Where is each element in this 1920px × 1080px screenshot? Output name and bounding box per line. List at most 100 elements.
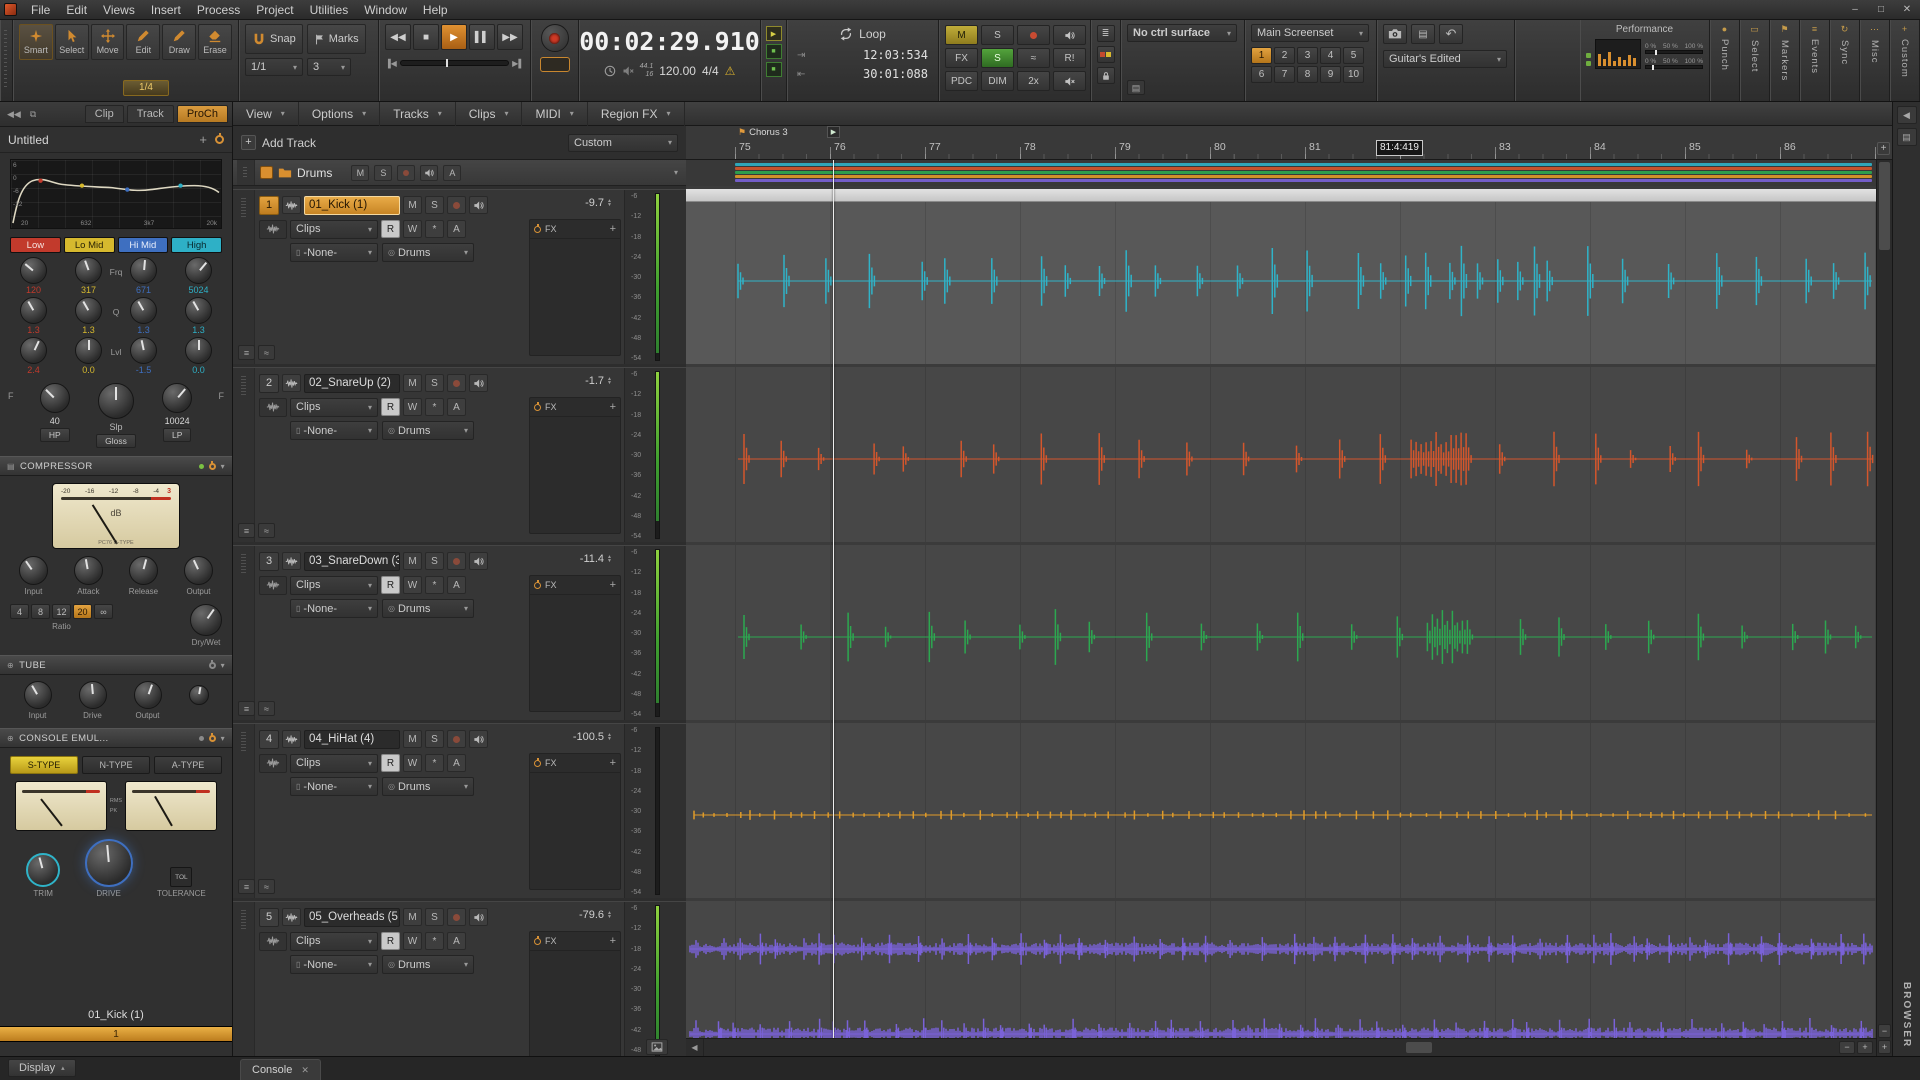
eq-band-low[interactable]: Low: [10, 237, 61, 253]
clip-02_SnareUp (2)[interactable]: [686, 367, 1876, 542]
stop-button[interactable]: ■: [413, 24, 439, 50]
vertical-scrollbar[interactable]: − +: [1876, 160, 1892, 1056]
track-name[interactable]: 03_SnareDown (3): [304, 552, 400, 571]
maximize-button[interactable]: □: [1868, 1, 1894, 19]
input-dropdown[interactable]: ▯-None-▾: [290, 243, 378, 262]
track-header-04_HiHat (4)[interactable]: 4 04_HiHat (4) M S -100.5▲▼ Clips▾ R W *…: [233, 723, 686, 898]
scroll-left-arrow[interactable]: ◀: [686, 1039, 704, 1056]
select-tool-button[interactable]: Select: [55, 24, 89, 60]
fx-power-icon[interactable]: [534, 582, 541, 589]
trackview-menu-region-fx[interactable]: Region FX▾: [588, 102, 685, 126]
eq-q-knob-lo-mid[interactable]: [75, 297, 102, 324]
folder-mute-button[interactable]: M: [351, 165, 369, 181]
drive-knob[interactable]: [85, 839, 133, 887]
loop-end-field[interactable]: ⇤ 30:01:088: [793, 66, 932, 82]
record-master-button[interactable]: [1017, 25, 1050, 45]
menu-views[interactable]: Views: [95, 0, 143, 20]
menu-window[interactable]: Window: [356, 0, 415, 20]
zoom-out-button[interactable]: −: [1839, 1041, 1855, 1054]
folder-name[interactable]: Drums: [297, 166, 332, 180]
input-dropdown[interactable]: ▯-None-▾: [290, 777, 378, 796]
double-speed-button[interactable]: 2x: [1017, 71, 1050, 91]
track-header-02_SnareUp (2)[interactable]: 2 02_SnareUp (2) M S -1.7▲▼ Clips▾ R W *…: [233, 367, 686, 542]
workspace-dropdown[interactable]: Guitar's Edited ▾: [1383, 50, 1507, 68]
track-number[interactable]: 1: [259, 196, 279, 215]
trackview-menu-tracks[interactable]: Tracks▾: [380, 102, 456, 126]
toolbar-drag-handle[interactable]: [0, 20, 13, 101]
solo-master-button[interactable]: S: [981, 25, 1014, 45]
folder-collapse-icon[interactable]: ▾: [674, 168, 678, 177]
lock-button[interactable]: [1097, 67, 1115, 84]
move-tool-button[interactable]: Move: [91, 24, 125, 60]
collapse-module-icon[interactable]: ▾: [221, 661, 225, 670]
fx-power-icon[interactable]: [534, 760, 541, 767]
pause-button[interactable]: ▌▌: [469, 24, 495, 50]
horizontal-scrollbar[interactable]: ◀ −+: [686, 1038, 1876, 1056]
track-drag-handle[interactable]: [233, 190, 255, 364]
eq-q-knob-low[interactable]: [20, 297, 47, 324]
hp-freq-knob[interactable]: [40, 383, 70, 413]
screenset-1-button[interactable]: 1: [1251, 47, 1272, 64]
eq-freq-knob-low[interactable]: [20, 257, 47, 284]
edit-filter-dropdown[interactable]: Clips▾: [290, 754, 378, 773]
mute-button[interactable]: M: [403, 552, 422, 570]
screenset-10-button[interactable]: 10: [1343, 66, 1364, 83]
automation-a-button[interactable]: A: [447, 220, 466, 238]
vertical-scrollbar-handle[interactable]: [1879, 162, 1890, 250]
automation-offset-button[interactable]: *: [425, 398, 444, 416]
lp-filter-button[interactable]: LP: [163, 428, 191, 442]
output-dropdown[interactable]: ◎Drums▾: [382, 955, 474, 974]
fast-forward-button[interactable]: ▶▶: [497, 24, 523, 50]
snap-count-dropdown[interactable]: 3▾: [307, 58, 351, 76]
trackview-menu-view[interactable]: View▾: [233, 102, 299, 126]
track-header-03_SnareDown (3)[interactable]: 3 03_SnareDown (3) M S -11.4▲▼ Clips▾ R …: [233, 545, 686, 720]
add-fx-button[interactable]: +: [610, 401, 616, 413]
slope-knob[interactable]: [98, 383, 134, 419]
take-lanes-icon[interactable]: [259, 576, 287, 595]
automation-write-button[interactable]: W: [403, 932, 422, 950]
eq-lvl-knob-high[interactable]: [185, 337, 212, 364]
fx-power-icon[interactable]: [534, 226, 541, 233]
browser-media-icon[interactable]: ▤: [1897, 128, 1917, 146]
zoom-out-vertical-button[interactable]: −: [1878, 1024, 1891, 1038]
timeline-ruler[interactable]: 757677787980818283848586 ⚑ Chorus 3 ▶ 81…: [686, 126, 1892, 160]
metronome-mute-icon[interactable]: [622, 65, 634, 77]
screenset-7-button[interactable]: 7: [1274, 66, 1295, 83]
track-number[interactable]: 2: [259, 374, 279, 393]
smart-tool-button[interactable]: Smart: [19, 24, 53, 60]
collapsed-module-markers[interactable]: ⚑Markers: [1770, 20, 1800, 101]
automation-write-button[interactable]: W: [403, 576, 422, 594]
folder-composite-lane[interactable]: [686, 160, 1876, 186]
track-automation-icon[interactable]: ≈: [258, 879, 275, 894]
punch-record-button[interactable]: R!: [1053, 48, 1086, 68]
track-layers-icon[interactable]: ≡: [238, 523, 255, 538]
automation-read-button[interactable]: R: [381, 398, 400, 416]
clip-colors-button[interactable]: [1097, 46, 1115, 63]
exclusive-solo-button[interactable]: S: [981, 48, 1014, 68]
arm-record-button[interactable]: [447, 730, 466, 748]
collapsed-module-punch[interactable]: ●Punch: [1710, 20, 1740, 101]
track-automation-icon[interactable]: ≈: [258, 345, 275, 360]
take-lanes-icon[interactable]: [259, 932, 287, 951]
close-button[interactable]: ✕: [1894, 1, 1920, 19]
lp-freq-knob[interactable]: [162, 383, 192, 413]
automation-read-button[interactable]: R: [381, 932, 400, 950]
compressor-output-knob[interactable]: [184, 556, 213, 585]
track-drag-handle[interactable]: [233, 724, 255, 898]
folder-arm-button[interactable]: [397, 165, 415, 181]
record-mode-indicator[interactable]: [540, 57, 570, 72]
fx-rack[interactable]: FX +: [529, 397, 621, 534]
dim-button[interactable]: DIM: [981, 71, 1014, 91]
automation-write-button[interactable]: W: [403, 754, 422, 772]
track-name[interactable]: 05_Overheads (5: [304, 908, 400, 927]
snap-marks-button[interactable]: Marks: [307, 24, 366, 54]
eq-curve-display[interactable]: 60-6-12 206323k720k: [10, 159, 222, 229]
display-button[interactable]: Display ▴: [8, 1059, 76, 1077]
clip-04_HiHat (4)[interactable]: [686, 723, 1876, 898]
edit-filter-dropdown[interactable]: Clips▾: [290, 576, 378, 595]
automation-a-button[interactable]: A: [447, 398, 466, 416]
mute-button[interactable]: M: [403, 730, 422, 748]
screenset-6-button[interactable]: 6: [1251, 66, 1272, 83]
eq-band-hi-mid[interactable]: Hi Mid: [118, 237, 169, 253]
ratio-12-button[interactable]: 12: [52, 604, 71, 619]
